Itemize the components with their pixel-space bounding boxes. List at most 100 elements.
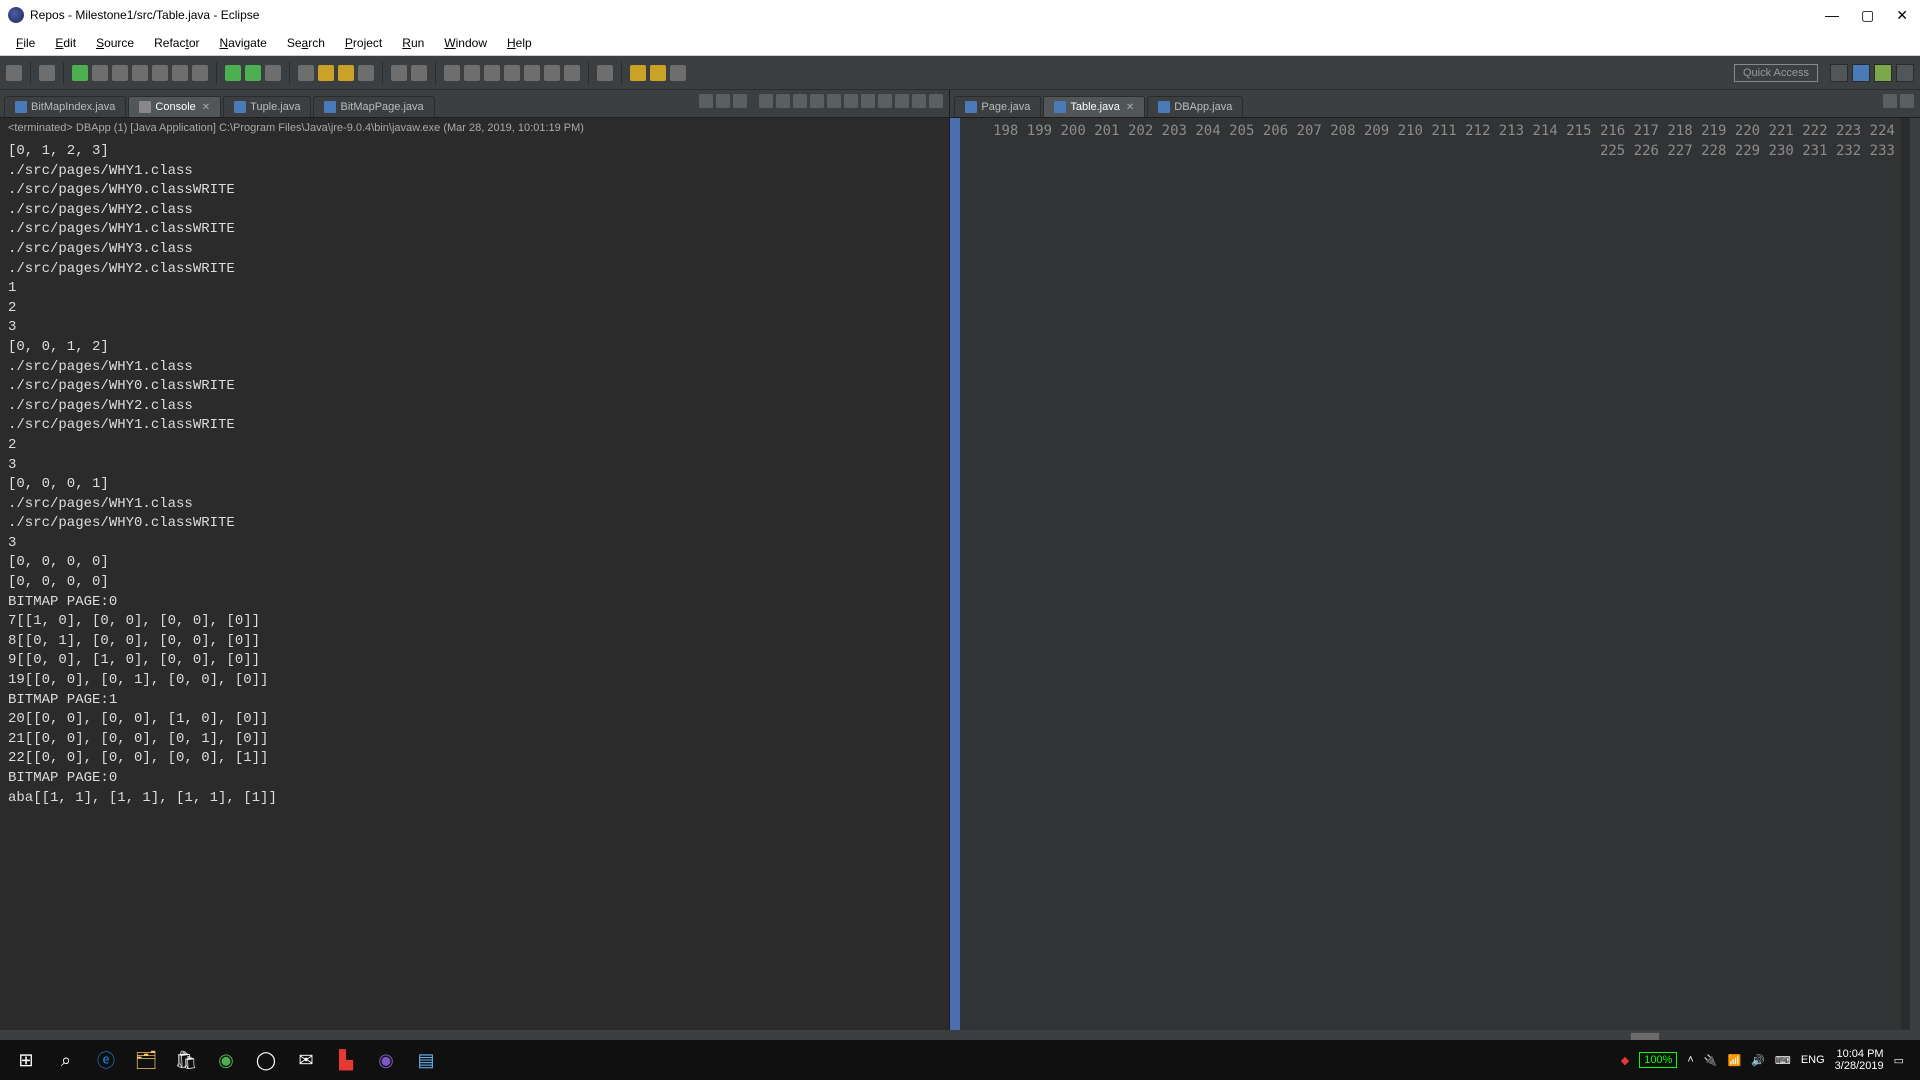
tb-run-icon[interactable] — [245, 65, 261, 81]
tb-search-icon[interactable] — [391, 65, 407, 81]
tb-back-icon[interactable] — [630, 65, 646, 81]
notepad-icon[interactable]: ▤ — [406, 1040, 446, 1080]
menu-project[interactable]: Project — [335, 32, 392, 54]
console-tool-icon[interactable] — [759, 94, 773, 108]
minimize-view-icon[interactable] — [1883, 94, 1897, 108]
tb-openfolder-icon[interactable] — [338, 65, 354, 81]
tb-toggle2-icon[interactable] — [464, 65, 480, 81]
left-tabbar: BitMapIndex.java Console ✕ Tuple.java Bi… — [0, 90, 949, 118]
mail-icon[interactable]: ✉ — [286, 1040, 326, 1080]
wifi-icon[interactable]: 📶 — [1728, 1054, 1742, 1067]
tb-newclass-icon[interactable] — [298, 65, 314, 81]
menu-source[interactable]: Source — [86, 32, 144, 54]
menu-file[interactable]: File — [6, 32, 45, 54]
menu-help[interactable]: Help — [497, 32, 542, 54]
close-icon[interactable]: ✕ — [202, 102, 210, 113]
persp-open-icon[interactable] — [1830, 64, 1848, 82]
store-icon[interactable]: 🛍 — [166, 1040, 206, 1080]
tab-dbapp-java[interactable]: DBApp.java — [1147, 96, 1243, 117]
code-editor[interactable]: 198 199 200 201 202 203 204 205 206 207 … — [950, 118, 1920, 1030]
close-icon[interactable]: ✕ — [1126, 102, 1134, 113]
action-center-icon[interactable]: ▭ — [1894, 1054, 1904, 1067]
app-green-icon[interactable]: ◉ — [206, 1040, 246, 1080]
keyboard-icon[interactable]: ⌨ — [1775, 1054, 1791, 1067]
tab-bitmapindex[interactable]: BitMapIndex.java — [4, 96, 126, 117]
tb-debug-icon[interactable] — [225, 65, 241, 81]
tab-bitmappage[interactable]: BitMapPage.java — [313, 96, 434, 117]
tab-tuple[interactable]: Tuple.java — [223, 96, 311, 117]
maximize-view-icon[interactable] — [1900, 94, 1914, 108]
persp-other-icon[interactable] — [1896, 64, 1914, 82]
minimize-button[interactable]: — — [1825, 7, 1839, 24]
tb-save-icon[interactable] — [39, 65, 55, 81]
line-gutter[interactable]: 198 199 200 201 202 203 204 205 206 207 … — [960, 118, 1901, 1030]
chevron-up-icon[interactable]: ˄ — [1687, 1054, 1693, 1066]
console-tool-icon[interactable] — [810, 94, 824, 108]
chrome-icon[interactable]: ◯ — [246, 1040, 286, 1080]
battery-indicator[interactable]: 100% — [1639, 1052, 1677, 1068]
console-tool-icon[interactable] — [912, 94, 926, 108]
menu-run[interactable]: Run — [392, 32, 434, 54]
menu-search[interactable]: Search — [277, 32, 335, 54]
tb-edit-icon[interactable] — [358, 65, 374, 81]
console-tool-icon[interactable] — [878, 94, 892, 108]
maximize-button[interactable]: ▢ — [1861, 7, 1874, 24]
menu-edit[interactable]: Edit — [45, 32, 86, 54]
tb-forward-icon[interactable] — [650, 65, 666, 81]
tab-page-java[interactable]: Page.java — [954, 96, 1041, 117]
tb-toggle4-icon[interactable] — [504, 65, 520, 81]
menu-refactor[interactable]: Refactor — [144, 32, 209, 54]
volume-icon[interactable]: 🔊 — [1751, 1054, 1765, 1067]
eclipse-task-icon[interactable]: ◉ — [366, 1040, 406, 1080]
tb-toggle6-icon[interactable] — [544, 65, 560, 81]
edge-icon[interactable]: ⓔ — [86, 1040, 126, 1080]
language-indicator[interactable]: ENG — [1801, 1054, 1825, 1066]
tab-table-java[interactable]: Table.java ✕ — [1043, 96, 1145, 117]
console-tool-icon[interactable] — [733, 94, 747, 108]
tb-new-icon[interactable] — [6, 65, 22, 81]
console-tool-icon[interactable] — [793, 94, 807, 108]
console-output[interactable]: [0, 1, 2, 3] ./src/pages/WHY1.class ./sr… — [0, 138, 949, 1030]
console-tool-icon[interactable] — [699, 94, 713, 108]
console-tool-icon[interactable] — [716, 94, 730, 108]
console-tool-icon[interactable] — [929, 94, 943, 108]
acrobat-icon[interactable]: ▙ — [326, 1040, 366, 1080]
overview-ruler[interactable] — [1909, 118, 1920, 1030]
tb-toggle5-icon[interactable] — [524, 65, 540, 81]
tb-stepinto-icon[interactable] — [152, 65, 168, 81]
tb-stepreturn-icon[interactable] — [192, 65, 208, 81]
tb-search2-icon[interactable] — [411, 65, 427, 81]
console-tool-icon[interactable] — [776, 94, 790, 108]
taskbar-clock[interactable]: 10:04 PM 3/28/2019 — [1835, 1048, 1884, 1072]
tb-pin-icon[interactable] — [597, 65, 613, 81]
console-tool-icon[interactable] — [895, 94, 909, 108]
tb-resume-icon[interactable] — [72, 65, 88, 81]
search-button[interactable]: ⌕ — [46, 1040, 86, 1080]
tb-pause-icon[interactable] — [92, 65, 108, 81]
persp-debug-icon[interactable] — [1874, 64, 1892, 82]
folding-ruler[interactable] — [950, 118, 959, 1030]
console-tool-icon[interactable] — [861, 94, 875, 108]
quick-access-box[interactable]: Quick Access — [1734, 64, 1818, 82]
close-button[interactable]: ✕ — [1896, 7, 1908, 24]
tb-toggle3-icon[interactable] — [484, 65, 500, 81]
console-tool-icon[interactable] — [844, 94, 858, 108]
tab-console[interactable]: Console ✕ — [128, 96, 221, 117]
tray-app-icon[interactable]: ◆ — [1621, 1054, 1629, 1067]
start-button[interactable]: ⊞ — [6, 1040, 46, 1080]
code-body[interactable]: File f1 = new File(generatePath(j + 1));… — [1901, 118, 1909, 1030]
tb-toggle7-icon[interactable] — [564, 65, 580, 81]
tb-newpackage-icon[interactable] — [318, 65, 334, 81]
tb-toggle1-icon[interactable] — [444, 65, 460, 81]
explorer-icon[interactable]: 🗂 — [126, 1040, 166, 1080]
menu-navigate[interactable]: Navigate — [209, 32, 276, 54]
menu-window[interactable]: Window — [434, 32, 497, 54]
persp-java-icon[interactable] — [1852, 64, 1870, 82]
tb-back2-icon[interactable] — [670, 65, 686, 81]
tb-coverage-icon[interactable] — [265, 65, 281, 81]
tb-stepover-icon[interactable] — [172, 65, 188, 81]
tb-stop-icon[interactable] — [112, 65, 128, 81]
tb-disconnect-icon[interactable] — [132, 65, 148, 81]
power-icon[interactable]: 🔌 — [1704, 1054, 1718, 1067]
console-tool-icon[interactable] — [827, 94, 841, 108]
